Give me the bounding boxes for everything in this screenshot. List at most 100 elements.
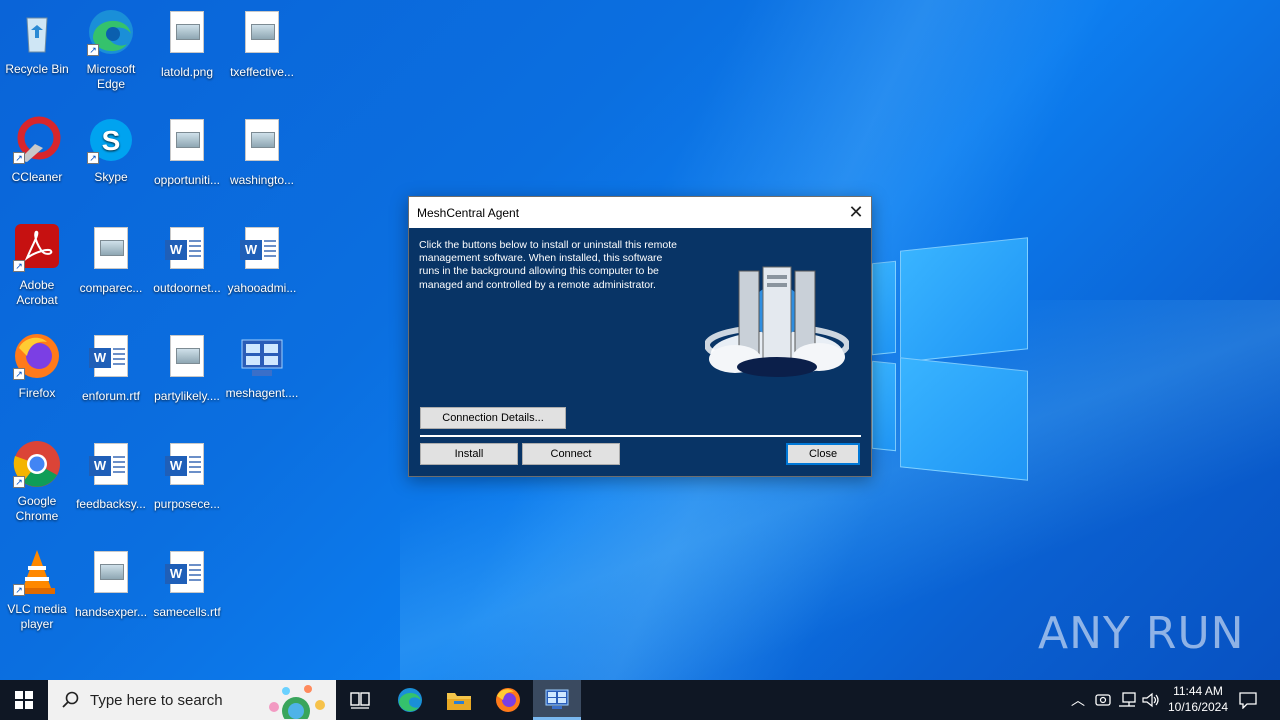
- meshagent-icon: [238, 332, 286, 380]
- image-file-icon: [163, 119, 211, 167]
- server-cloud-image: [704, 263, 850, 381]
- skype-icon: S ↗: [87, 116, 135, 164]
- desktop-icon-firefox[interactable]: ↗ Firefox: [0, 332, 75, 401]
- chrome-icon: ↗: [13, 440, 61, 488]
- icon-label: meshagent....: [225, 386, 299, 400]
- folder-icon: [447, 693, 471, 710]
- desktop-icon-comparec[interactable]: comparec...: [73, 224, 149, 296]
- icon-label: yahooadmi...: [227, 281, 297, 295]
- install-button[interactable]: Install: [420, 443, 518, 465]
- word-file-icon: W: [163, 443, 211, 491]
- desktop-icon-washingto[interactable]: washingto...: [224, 116, 300, 188]
- search-highlight-illustration-icon: [269, 685, 325, 719]
- icon-label: samecells.rtf: [153, 605, 221, 619]
- desktop-icon-feedbacksy[interactable]: W feedbacksy...: [73, 440, 149, 512]
- icon-label: Microsoft Edge: [86, 62, 136, 91]
- taskbar-firefox-button[interactable]: [484, 680, 532, 720]
- clock-time: 11:44 AM: [1173, 684, 1223, 698]
- firefox-icon: [496, 688, 520, 712]
- icon-label: CCleaner: [11, 170, 63, 184]
- search-icon: [62, 691, 79, 708]
- task-view-button[interactable]: [336, 680, 384, 720]
- icon-label: Skype: [94, 170, 128, 184]
- icon-label: Recycle Bin: [5, 62, 69, 76]
- word-file-icon: W: [163, 551, 211, 599]
- icon-label: comparec...: [79, 281, 143, 295]
- start-button[interactable]: [0, 680, 48, 720]
- desktop-icon-adobe-acrobat[interactable]: ↗ Adobe Acrobat: [0, 224, 75, 308]
- chevron-up-icon: ︿: [1071, 692, 1085, 708]
- shortcut-arrow-icon: ↗: [87, 44, 99, 56]
- meshcentral-agent-dialog: MeshCentral Agent ✕ Click the buttons be…: [408, 196, 872, 477]
- close-icon[interactable]: ✕: [841, 198, 871, 228]
- image-file-icon: [87, 551, 135, 599]
- icon-label: purposece...: [153, 497, 221, 511]
- taskbar-search-box[interactable]: Type here to search: [48, 680, 336, 720]
- notification-icon: [1239, 692, 1257, 709]
- edge-icon: ↗: [87, 8, 135, 56]
- icon-label: Google Chrome: [15, 494, 59, 523]
- desktop-icon-outdoornet[interactable]: W outdoornet...: [149, 224, 225, 296]
- tray-meeting-button[interactable]: [1092, 680, 1114, 720]
- icon-label: txeffective...: [230, 65, 294, 79]
- shortcut-arrow-icon: ↗: [13, 152, 25, 164]
- search-placeholder: Type here to search: [90, 691, 223, 709]
- network-icon: [1119, 692, 1136, 707]
- taskbar-edge-button[interactable]: [386, 680, 434, 720]
- desktop-icon-txeffective[interactable]: txeffective...: [224, 8, 300, 80]
- vlc-icon: ↗: [13, 548, 61, 596]
- desktop-icon-meshagent[interactable]: meshagent....: [224, 332, 300, 401]
- connection-details-button[interactable]: Connection Details...: [420, 407, 566, 429]
- desktop-icon-samecells[interactable]: W samecells.rtf: [149, 548, 225, 620]
- recycle-bin-icon: [13, 8, 61, 56]
- meshagent-icon: [545, 689, 569, 709]
- icon-label: enforum.rtf: [81, 389, 141, 403]
- desktop-icon-ccleaner[interactable]: ↗ CCleaner: [0, 116, 75, 185]
- desktop-icon-yahooadmi[interactable]: W yahooadmi...: [224, 224, 300, 296]
- clock-date: 10/16/2024: [1167, 700, 1229, 714]
- desktop-icon-opportuniti[interactable]: opportuniti...: [149, 116, 225, 188]
- image-file-icon: [163, 335, 211, 383]
- desktop-icon-skype[interactable]: S ↗ Skype: [73, 116, 149, 185]
- icon-label: outdoornet...: [153, 281, 221, 295]
- desktop-icon-google-chrome[interactable]: ↗ Google Chrome: [0, 440, 75, 524]
- taskbar-file-explorer-button[interactable]: [435, 680, 483, 720]
- image-file-icon: [87, 227, 135, 275]
- desktop-icon-partylikely[interactable]: partylikely....: [149, 332, 225, 404]
- dialog-title: MeshCentral Agent: [417, 205, 520, 220]
- desktop-icon-vlc[interactable]: ↗ VLC media player: [0, 548, 75, 632]
- windows-start-icon: [15, 691, 33, 709]
- camera-icon: [1095, 694, 1111, 706]
- notification-center-button[interactable]: [1236, 680, 1260, 720]
- icon-label: opportuniti...: [153, 173, 221, 187]
- connect-button[interactable]: Connect: [522, 443, 620, 465]
- desktop-icon-enforum[interactable]: W enforum.rtf: [73, 332, 149, 404]
- close-button[interactable]: Close: [786, 443, 860, 465]
- icon-label: partylikely....: [154, 389, 220, 403]
- desktop-icon-recycle-bin[interactable]: Recycle Bin: [0, 8, 75, 77]
- task-view-icon: [350, 692, 370, 709]
- tray-network-button[interactable]: [1116, 680, 1138, 720]
- tray-volume-button[interactable]: [1140, 680, 1162, 720]
- image-file-icon: [238, 11, 286, 59]
- dialog-description: Click the buttons below to install or un…: [419, 239, 677, 291]
- desktop-icon-latold[interactable]: latold.png: [149, 8, 225, 80]
- word-file-icon: W: [87, 443, 135, 491]
- dialog-titlebar[interactable]: MeshCentral Agent ✕: [409, 197, 871, 228]
- firefox-icon: ↗: [13, 332, 61, 380]
- icon-label: feedbacksy...: [76, 497, 146, 511]
- icon-label: latold.png: [160, 65, 214, 79]
- acrobat-icon: ↗: [13, 224, 61, 272]
- taskbar-meshagent-button[interactable]: [533, 680, 581, 720]
- taskbar-clock[interactable]: 11:44 AM 10/16/2024: [1160, 683, 1236, 715]
- svg-text:S: S: [102, 125, 121, 156]
- desktop-icon-purposece[interactable]: W purposece...: [149, 440, 225, 512]
- desktop-icon-microsoft-edge[interactable]: ↗ Microsoft Edge: [73, 8, 149, 92]
- shortcut-arrow-icon: ↗: [13, 584, 25, 596]
- shortcut-arrow-icon: ↗: [13, 476, 25, 488]
- ccleaner-icon: ↗: [13, 116, 61, 164]
- desktop-icon-handsexper[interactable]: handsexper...: [73, 548, 149, 620]
- icon-label: handsexper...: [74, 605, 148, 619]
- show-hidden-icons-button[interactable]: ︿: [1066, 680, 1090, 720]
- icon-label: washingto...: [229, 173, 295, 187]
